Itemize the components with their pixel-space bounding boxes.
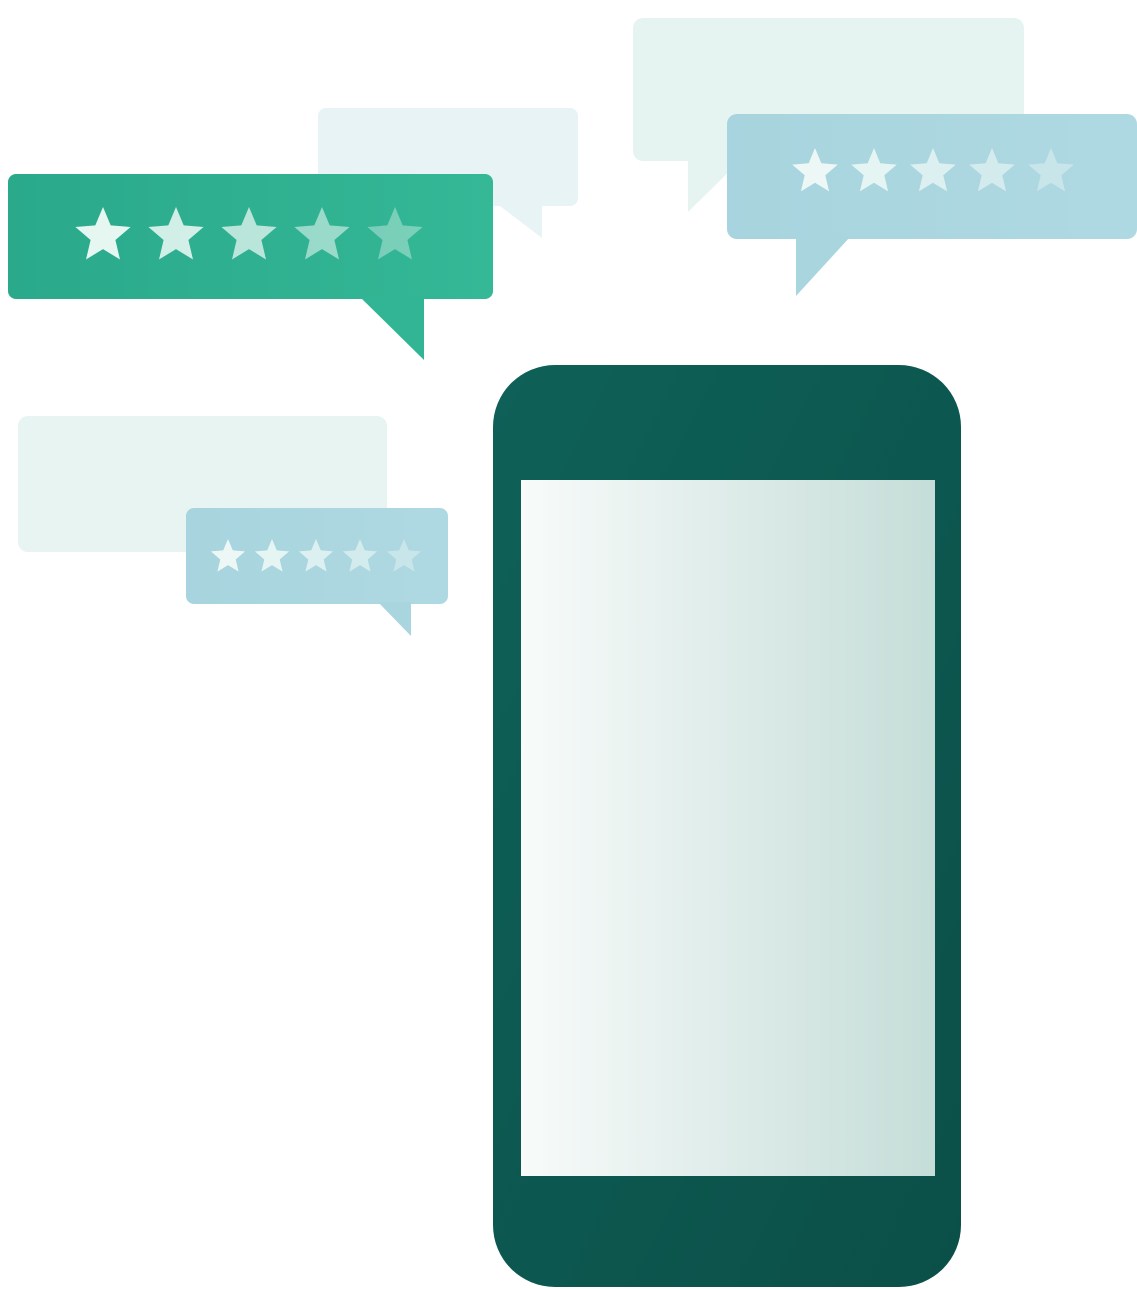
review-bubble-green — [8, 174, 493, 360]
phone-icon — [493, 365, 961, 1287]
reviews-illustration — [8, 18, 1137, 1287]
phone-screen — [521, 480, 935, 1176]
review-bubble-blue-small — [186, 508, 448, 636]
review-bubble-blue-right — [727, 114, 1137, 296]
